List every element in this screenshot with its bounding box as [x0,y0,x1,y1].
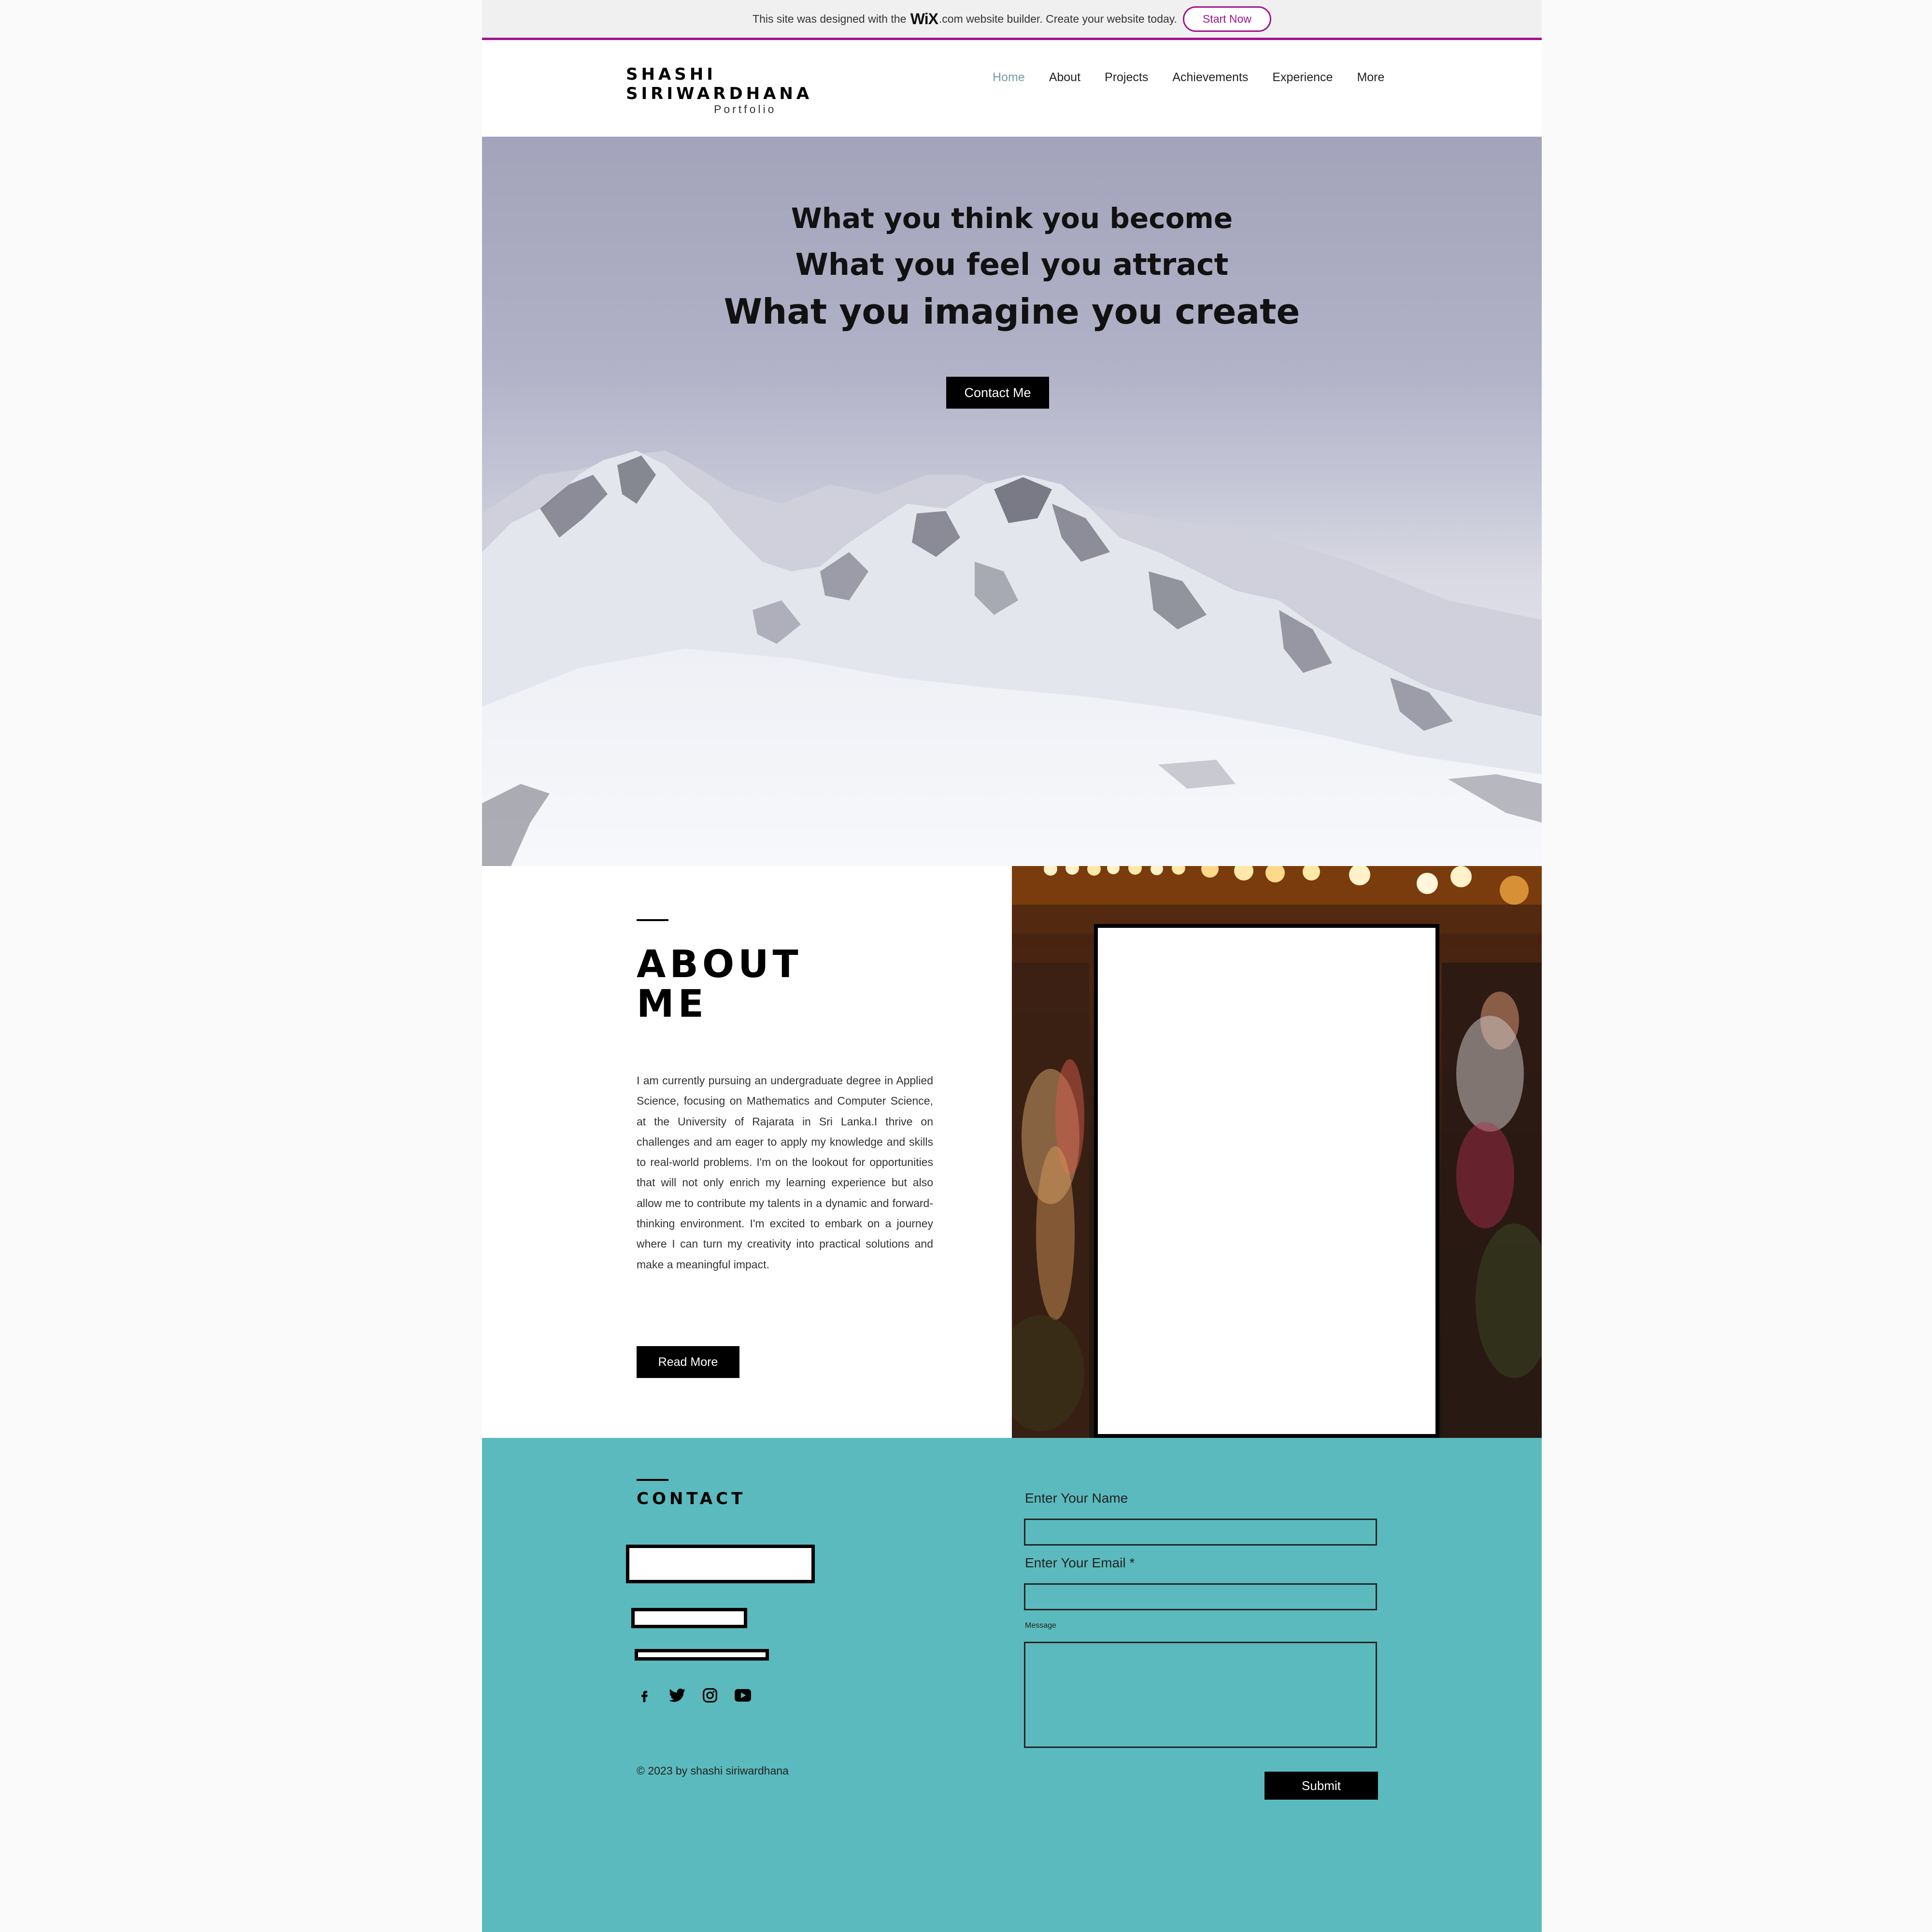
nav-item-home[interactable]: Home [993,71,1025,85]
quote-line-3: What you imagine you create [724,291,1300,332]
site-header: SHASHI SIRIWARDHANA Portfolio Home About… [482,40,1542,137]
wix-logo[interactable]: WiX [910,10,938,28]
hero-quote: What you think you become What you feel … [482,204,1542,329]
site-page: This site was designed with the WiX .com … [482,0,1542,1932]
wix-banner-text-before: This site was designed with the [753,12,907,25]
about-body-text: I am currently pursuing an undergraduate… [637,1074,933,1271]
brand-tagline: Portfolio [714,103,777,115]
name-input[interactable] [1024,1519,1377,1546]
submit-button[interactable]: Submit [1264,1772,1378,1800]
about-photo [1012,866,1542,1438]
wix-banner-text-after: .com website builder. Create your websit… [938,12,1177,25]
contact-info-block-2 [631,1608,747,1628]
about-divider [637,919,668,921]
about-title-line-2: ME [637,982,708,1026]
nav-item-projects[interactable]: Projects [1105,71,1148,85]
hero-section: What you think you become What you feel … [482,137,1542,866]
quote-line-2: What you feel you attract [795,247,1229,282]
twitter-icon[interactable] [667,1685,688,1706]
contact-me-button[interactable]: Contact Me [946,377,1049,409]
contact-title: CONTACT [637,1489,746,1508]
wix-ad-banner: This site was designed with the WiX .com … [482,0,1542,40]
instagram-icon[interactable] [699,1685,721,1706]
facebook-icon[interactable] [634,1685,655,1706]
nav-item-achievements[interactable]: Achievements [1172,71,1248,85]
contact-section: CONTACT © 2023 by shashi siriwardhana En… [482,1438,1542,1932]
brand-name[interactable]: SHASHI SIRIWARDHANA [626,65,867,103]
message-textarea[interactable] [1024,1642,1377,1748]
about-section: ABOUT ME I am currently pursuing an under… [482,866,1542,1438]
name-field-label: Enter Your Name [1025,1491,1128,1506]
nav-item-more[interactable]: More [1357,71,1384,85]
about-title-line-1: ABOUT [637,943,802,986]
main-nav: Home About Projects Achievements Experie… [993,71,1408,85]
contact-info-block-1 [626,1545,815,1583]
nav-item-experience[interactable]: Experience [1272,71,1333,85]
copyright-text: © 2023 by shashi siriwardhana [637,1764,789,1777]
about-title: ABOUT ME [637,945,830,1024]
photo-placeholder-frame [1094,924,1439,1438]
nav-item-about[interactable]: About [1049,71,1080,85]
email-input[interactable] [1024,1583,1377,1610]
email-field-label: Enter Your Email * [1025,1555,1135,1570]
quote-line-1: What you think you become [791,202,1233,235]
social-bar [634,1685,753,1706]
read-more-button[interactable]: Read More [637,1346,739,1378]
message-field-label: Message [1025,1621,1056,1630]
contact-info-block-3 [635,1649,769,1661]
youtube-icon[interactable] [732,1685,753,1706]
contact-divider [637,1479,668,1481]
start-now-button[interactable]: Start Now [1182,6,1271,32]
